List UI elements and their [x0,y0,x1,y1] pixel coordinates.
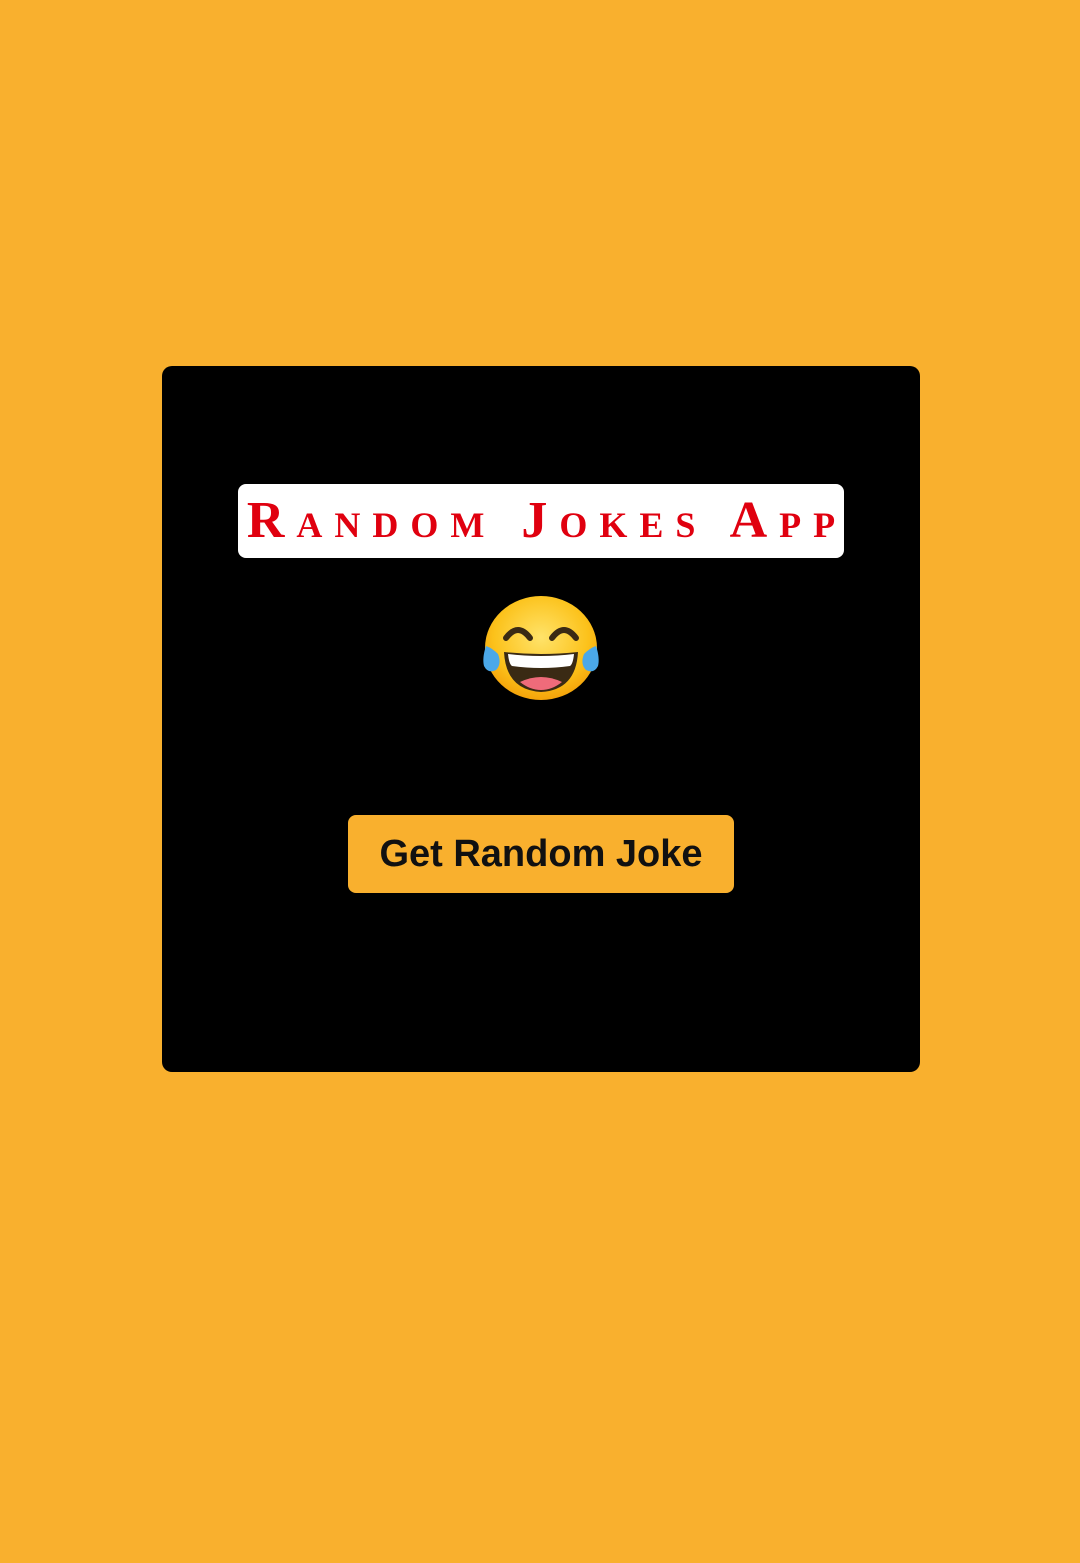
app-title: Random Jokes App [246,492,844,549]
face-with-tears-of-joy-icon [480,592,602,704]
joke-card: Random Jokes App Get Random Joke [162,366,920,1072]
get-random-joke-label: Get Random Joke [379,832,703,875]
get-random-joke-button[interactable]: Get Random Joke [348,815,734,893]
title-banner: Random Jokes App [238,484,844,558]
